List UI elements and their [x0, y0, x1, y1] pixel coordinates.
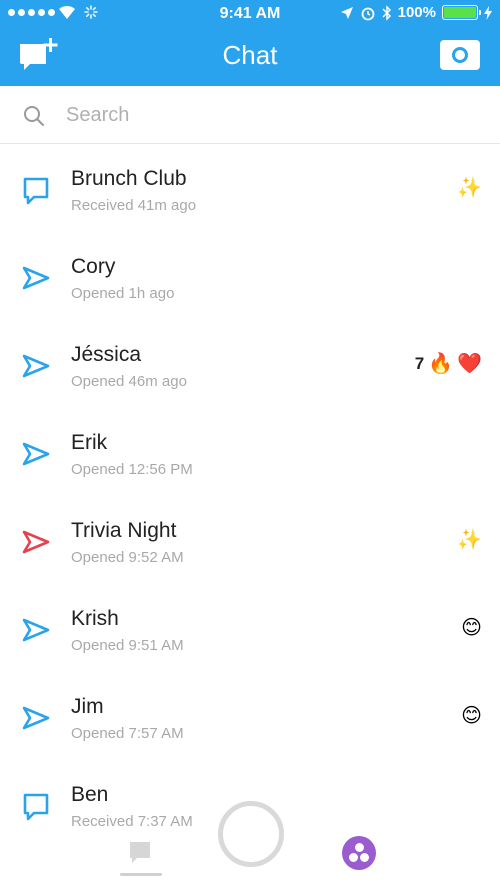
chat-row[interactable]: Jim Opened 7:57 AM 😊: [0, 673, 500, 761]
alarm-clock-icon: [361, 7, 375, 20]
status-bar: 9:41 AM 100%: [0, 0, 500, 30]
location-arrow-icon: [340, 6, 353, 19]
chat-status: Opened 9:52 AM: [71, 549, 184, 566]
chat-row[interactable]: Erik Opened 12:56 PM: [0, 409, 500, 497]
streak-count: 7: [414, 353, 425, 373]
friend-emoji-area: 😊: [461, 615, 482, 640]
chat-status: Opened 12:56 PM: [71, 461, 193, 478]
camera-icon: [452, 47, 468, 63]
sent-arrow-icon: [22, 439, 50, 469]
bottom-nav: [0, 790, 500, 889]
sent-arrow-icon: [22, 527, 50, 557]
stories-icon: [354, 843, 364, 852]
chat-row[interactable]: Jéssica Opened 46m ago 7 🔥 ❤️: [0, 321, 500, 409]
page-title: Chat: [222, 40, 278, 70]
friend-emoji-area: 7 🔥 ❤️: [415, 351, 482, 376]
chat-bubble-icon: [22, 175, 50, 205]
camera-button[interactable]: [440, 40, 480, 70]
chat-status: Received 41m ago: [71, 197, 197, 214]
friend-emoji: 🔥: [428, 353, 454, 375]
chat-row[interactable]: Cory Opened 1h ago: [0, 233, 500, 321]
friend-emoji-area: ✨: [457, 175, 482, 200]
friend-emoji: ✨: [457, 177, 482, 199]
sent-arrow-icon: [22, 263, 50, 293]
chat-name: Jim: [71, 695, 104, 718]
battery-percent: 100%: [397, 4, 436, 21]
stories-button[interactable]: [342, 836, 376, 870]
search-bar: [0, 86, 500, 144]
friend-emoji: ❤️: [457, 353, 482, 375]
chat-name: Krish: [71, 607, 119, 630]
search-input[interactable]: [66, 100, 466, 130]
chat-row[interactable]: Brunch Club Received 41m ago ✨: [0, 145, 500, 233]
friend-emoji: 😊: [461, 617, 482, 639]
header-bar: Chat: [0, 30, 500, 86]
chat-row[interactable]: Krish Opened 9:51 AM 😊: [0, 585, 500, 673]
friend-emoji-area: 😊: [461, 703, 482, 728]
bluetooth-icon: [382, 4, 391, 21]
chat-name: Cory: [71, 255, 116, 278]
friend-emoji: 😊: [461, 705, 482, 727]
capture-button[interactable]: [218, 801, 284, 867]
sent-arrow-icon: [22, 615, 50, 645]
sent-arrow-icon: [22, 351, 50, 381]
search-icon: [24, 106, 44, 126]
battery-icon: [442, 5, 481, 20]
charging-bolt-icon: [484, 5, 492, 20]
chat-name: Brunch Club: [71, 167, 187, 190]
chat-row[interactable]: Trivia Night Opened 9:52 AM ✨: [0, 497, 500, 585]
chat-bubble-icon: [130, 842, 150, 863]
active-tab-indicator: [120, 873, 162, 876]
chat-name: Trivia Night: [71, 519, 177, 542]
chat-name: Erik: [71, 431, 108, 454]
chat-status: Opened 46m ago: [71, 373, 187, 390]
chat-status: Opened 1h ago: [71, 285, 175, 302]
chat-tab-button[interactable]: [126, 838, 154, 866]
chat-status: Opened 7:57 AM: [71, 725, 184, 742]
friend-emoji: ✨: [457, 529, 482, 551]
chat-status: Opened 9:51 AM: [71, 637, 184, 654]
sent-arrow-icon: [22, 703, 50, 733]
friend-emoji-area: ✨: [457, 527, 482, 552]
chat-list: Brunch Club Received 41m ago ✨ Cory Opened 1…: [0, 145, 500, 849]
chat-name: Jéssica: [71, 343, 142, 366]
chat-screen: 9:41 AM 100% Chat Search Brunch Club Rec…: [0, 0, 500, 889]
